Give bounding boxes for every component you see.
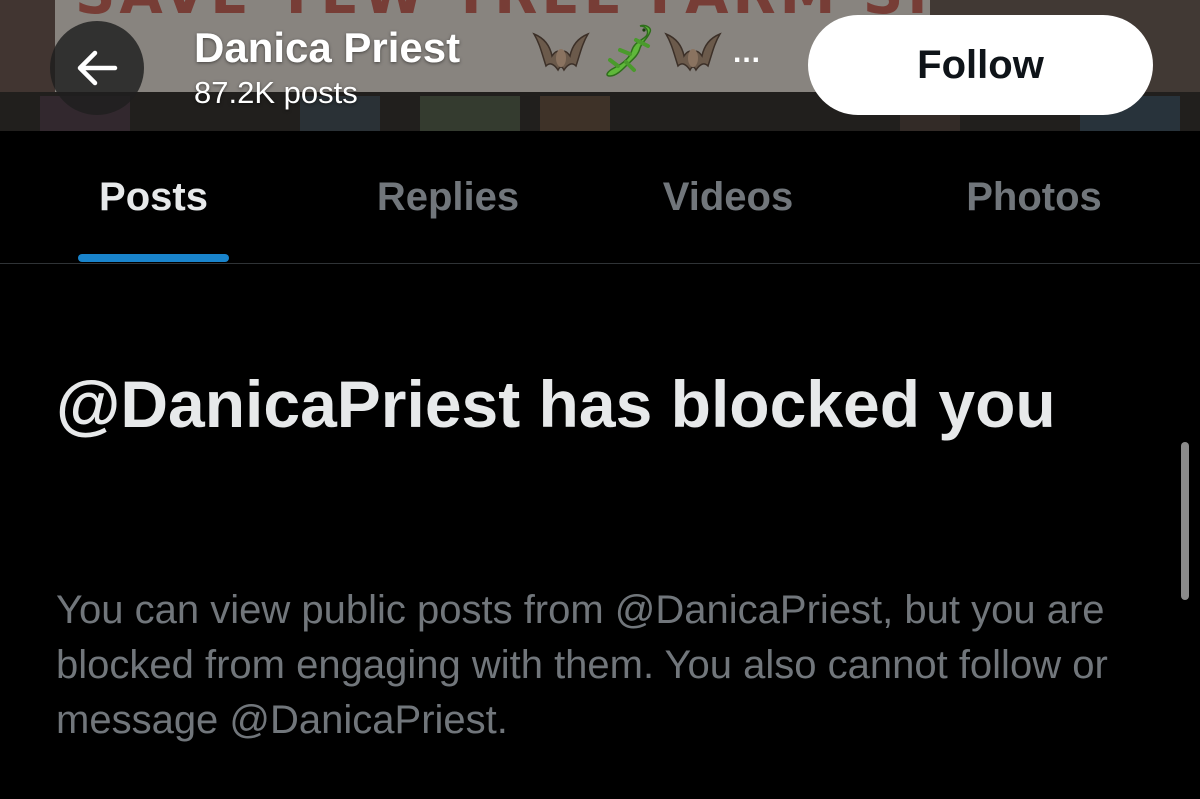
profile-screen: SAVE YEW TREE FARM SNOW Danica Priest xyxy=(0,0,1200,799)
lizard-emoji-icon xyxy=(606,24,652,77)
active-tab-indicator xyxy=(78,254,229,262)
bat-emoji-icon xyxy=(664,32,722,72)
arrow-left-icon xyxy=(77,50,118,86)
back-button[interactable] xyxy=(50,21,144,115)
tab-photos[interactable]: Photos xyxy=(938,131,1130,263)
profile-tab-bar: Posts Replies Videos Photos xyxy=(0,131,1200,264)
profile-display-name[interactable]: Danica Priest xyxy=(194,24,460,72)
tab-replies[interactable]: Replies xyxy=(350,131,546,263)
follow-button[interactable]: Follow xyxy=(808,15,1153,115)
blocked-notice-title: @DanicaPriest has blocked you xyxy=(56,367,1056,441)
name-truncation-ellipsis: ... xyxy=(733,36,762,69)
scrollbar-thumb[interactable] xyxy=(1181,442,1189,600)
bat-emoji-icon xyxy=(532,32,590,72)
tab-posts[interactable]: Posts xyxy=(78,131,229,263)
post-count: 87.2K posts xyxy=(194,75,358,110)
name-emoji-group xyxy=(530,20,724,80)
blocked-notice-description: You can view public posts from @DanicaPr… xyxy=(56,588,1108,742)
tab-videos[interactable]: Videos xyxy=(635,131,821,263)
